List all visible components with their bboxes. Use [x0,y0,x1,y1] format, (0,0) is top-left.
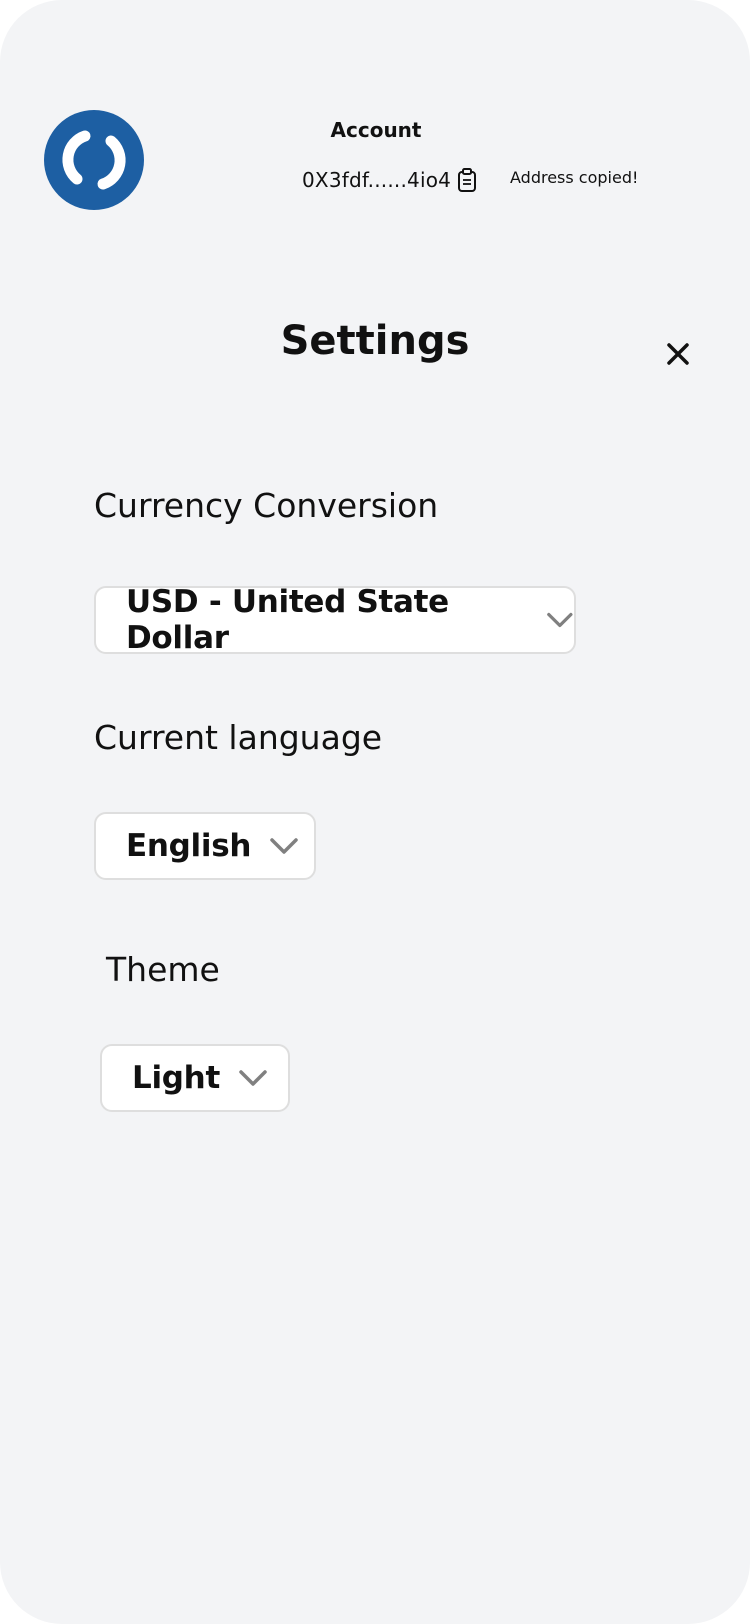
currency-select-value: USD - United State Dollar [126,584,449,656]
account-title: Account [330,118,422,142]
chevron-down-icon [547,612,573,628]
wallet-address: 0X3fdf......4io4 [302,168,452,192]
page-title: Settings [280,318,470,364]
chevron-down-icon [270,838,298,854]
currency-select[interactable]: USD - United State Dollar [94,584,576,656]
app-logo-icon [44,110,144,210]
theme-label: Theme [106,950,220,989]
theme-select-value: Light [132,1060,220,1096]
chevron-down-icon [239,1070,267,1086]
language-select[interactable]: English [94,812,316,880]
settings-screen: Account 0X3fdf......4io4 Address copied!… [0,0,750,1624]
clipboard-copy-icon[interactable] [457,168,477,192]
currency-label: Currency Conversion [94,486,439,525]
theme-select[interactable]: Light [100,1044,290,1112]
address-copied-toast: Address copied! [510,168,639,187]
language-select-value: English [126,828,252,864]
close-icon[interactable] [664,340,692,368]
language-label: Current language [94,718,383,757]
